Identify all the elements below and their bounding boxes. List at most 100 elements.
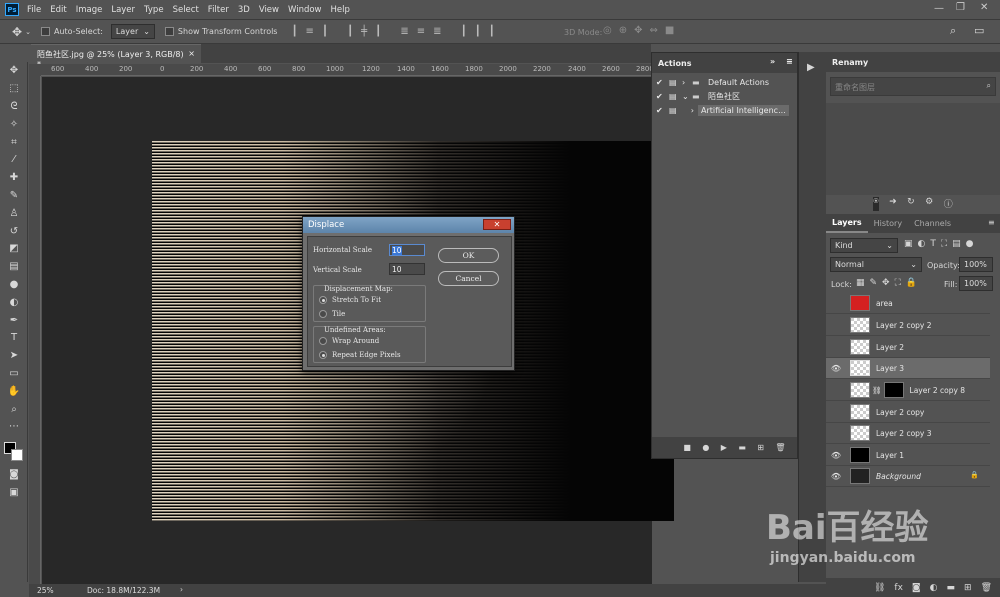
menu-view[interactable]: View bbox=[259, 5, 279, 15]
rename-title[interactable]: Renamy bbox=[832, 58, 868, 67]
minimize-icon[interactable]: — bbox=[934, 3, 944, 14]
history-brush-tool-icon[interactable]: ↺ bbox=[0, 222, 28, 240]
zoom-level[interactable]: 25% bbox=[37, 586, 79, 595]
menu-filter[interactable]: Filter bbox=[208, 5, 229, 15]
tab-history[interactable]: History bbox=[868, 219, 908, 228]
group-icon[interactable]: ▬ bbox=[947, 583, 956, 593]
delete-icon[interactable]: 🗑 bbox=[775, 443, 785, 452]
add-mask-icon[interactable]: ◙ bbox=[912, 583, 921, 593]
vertical-scale-input[interactable]: 10 bbox=[389, 263, 425, 275]
dodge-tool-icon[interactable]: ◐ bbox=[0, 293, 28, 311]
layer-row[interactable]: Layer 2 bbox=[826, 337, 990, 358]
magic-wand-tool-icon[interactable]: ✧ bbox=[0, 115, 28, 133]
close-window-icon[interactable]: ✕ bbox=[980, 2, 988, 13]
layer-dropdown[interactable]: Layer ⌄ bbox=[110, 24, 155, 39]
gradient-tool-icon[interactable]: ▤ bbox=[0, 258, 28, 276]
marquee-tool-icon[interactable]: ⬚ bbox=[0, 80, 28, 98]
menu-image[interactable]: Image bbox=[76, 5, 103, 15]
workspace-icon[interactable]: ▭ bbox=[974, 24, 984, 37]
shape-tool-icon[interactable]: ▭ bbox=[0, 365, 28, 383]
chevron-down-icon[interactable]: ⌄ bbox=[25, 28, 31, 36]
layer-row[interactable]: Layer 2 copy 2 bbox=[826, 315, 990, 336]
layer-mask-thumbnail[interactable] bbox=[883, 382, 904, 398]
document-tab[interactable]: 陌鱼社区.jpg @ 25% (Layer 3, RGB/8) * × bbox=[31, 44, 201, 69]
fx-icon[interactable]: fx bbox=[894, 583, 903, 593]
menu-file[interactable]: File bbox=[27, 5, 41, 15]
wrap-around-radio[interactable] bbox=[319, 337, 327, 345]
layer-row[interactable]: area bbox=[826, 293, 990, 314]
auto-select-checkbox[interactable] bbox=[40, 27, 50, 36]
arrow-right-icon[interactable]: ➜ bbox=[889, 197, 897, 211]
blend-mode-dropdown[interactable]: Normal ⌄ bbox=[830, 257, 922, 272]
action-set-row[interactable]: ✔ ▤ › ▬ Default Actions bbox=[652, 75, 797, 89]
move-tool-icon[interactable]: ✥ bbox=[12, 25, 22, 39]
tab-channels[interactable]: Channels bbox=[908, 219, 957, 228]
adjustment-icon[interactable]: ◐ bbox=[930, 583, 938, 593]
chevron-right-icon[interactable]: › bbox=[682, 106, 698, 115]
move-tool-icon[interactable]: ✥ bbox=[0, 62, 28, 80]
brush-tool-icon[interactable]: ✎ bbox=[0, 187, 28, 205]
lock-icons[interactable]: ▦✎✥⛶🔒 bbox=[856, 278, 922, 288]
3d-tools-icons[interactable]: ◎⊕✥⇔■ bbox=[603, 25, 681, 36]
menu-layer[interactable]: Layer bbox=[111, 5, 135, 15]
cancel-button[interactable]: Cancel bbox=[438, 271, 499, 286]
eye-icon[interactable]: 👁 bbox=[826, 364, 846, 373]
ok-button[interactable]: OK bbox=[438, 248, 499, 263]
layer-filter-icons[interactable]: ▣◐T⛶▤● bbox=[904, 239, 979, 249]
dialog-toggle-icon[interactable]: ▤ bbox=[669, 92, 682, 101]
background-color[interactable] bbox=[11, 448, 23, 461]
menu-window[interactable]: Window bbox=[288, 5, 322, 15]
menu-3d[interactable]: 3D bbox=[238, 5, 250, 15]
rename-input[interactable]: 重命名图层 ⌕ bbox=[830, 77, 996, 96]
chevron-right-icon[interactable]: › bbox=[682, 78, 692, 87]
tile-radio[interactable] bbox=[319, 310, 327, 318]
repeat-edge-radio[interactable] bbox=[319, 351, 327, 359]
blur-tool-icon[interactable]: ● bbox=[0, 276, 28, 294]
dialog-toggle-icon[interactable]: ▤ bbox=[669, 106, 682, 115]
lasso-tool-icon[interactable]: ᘓ bbox=[0, 98, 28, 116]
close-tab-icon[interactable]: × bbox=[188, 49, 195, 59]
layer-row[interactable]: ⛓ Layer 2 copy 8 bbox=[826, 380, 990, 401]
action-row[interactable]: ✔ ▤ › Artificial Intelligenc... bbox=[652, 103, 797, 117]
info-icon[interactable]: ⓘ bbox=[944, 197, 953, 211]
gear-icon[interactable]: ⚙ bbox=[925, 197, 933, 211]
chevron-right-icon[interactable]: › bbox=[180, 585, 183, 594]
path-select-tool-icon[interactable]: ➤ bbox=[0, 347, 28, 365]
eraser-tool-icon[interactable]: ◩ bbox=[0, 240, 28, 258]
align-icons[interactable]: ┃≡┃ ┃╪┃ ≣≡≣ ┃┃┃ bbox=[291, 26, 502, 37]
menu-type[interactable]: Type bbox=[144, 5, 164, 15]
actions-title[interactable]: Actions bbox=[658, 59, 691, 68]
horizontal-scale-input[interactable]: 10 bbox=[389, 244, 425, 256]
refresh-icon[interactable]: ↻ bbox=[907, 197, 915, 211]
layer-row-selected[interactable]: 👁 Layer 3 bbox=[826, 358, 990, 379]
check-icon[interactable]: ✔ bbox=[656, 92, 669, 101]
panel-menu-icon[interactable]: ≡ bbox=[988, 218, 995, 227]
healing-tool-icon[interactable]: ✚ bbox=[0, 169, 28, 187]
record-icon[interactable]: ● bbox=[702, 443, 709, 452]
panel-menu-icon[interactable]: ≡ bbox=[786, 57, 793, 66]
check-icon[interactable]: ✔ bbox=[656, 78, 669, 87]
close-icon[interactable]: ✕ bbox=[483, 219, 511, 230]
fill-field[interactable]: 100% bbox=[959, 276, 993, 291]
stretch-radio[interactable] bbox=[319, 296, 327, 304]
tab-layers[interactable]: Layers bbox=[826, 214, 868, 233]
layer-row[interactable]: 👁 Background 🔒 bbox=[826, 466, 990, 487]
play-icon[interactable]: ▶ bbox=[721, 443, 727, 452]
chevron-down-icon[interactable]: ⌄ bbox=[682, 92, 692, 101]
collapse-icon[interactable]: » bbox=[770, 57, 775, 66]
transform-controls-checkbox[interactable] bbox=[164, 27, 174, 36]
crop-tool-icon[interactable]: ⌗ bbox=[0, 133, 28, 151]
eyedropper-tool-icon[interactable]: ⁄ bbox=[0, 151, 28, 169]
screen-mode-icon[interactable]: ▣ bbox=[0, 484, 28, 502]
more-tools-icon[interactable]: ⋯ bbox=[0, 418, 28, 436]
new-set-icon[interactable]: ▬ bbox=[738, 443, 746, 452]
stop-icon[interactable]: ■ bbox=[683, 443, 691, 452]
rename-icon[interactable]: ⍟ bbox=[873, 197, 879, 211]
quick-mask-icon[interactable]: ◙ bbox=[0, 466, 28, 484]
menu-edit[interactable]: Edit bbox=[50, 5, 66, 15]
color-swatches[interactable] bbox=[0, 436, 28, 466]
pen-tool-icon[interactable]: ✒ bbox=[0, 311, 28, 329]
hand-tool-icon[interactable]: ✋ bbox=[0, 382, 28, 400]
delete-icon[interactable]: 🗑 bbox=[981, 583, 992, 593]
type-tool-icon[interactable]: T bbox=[0, 329, 28, 347]
